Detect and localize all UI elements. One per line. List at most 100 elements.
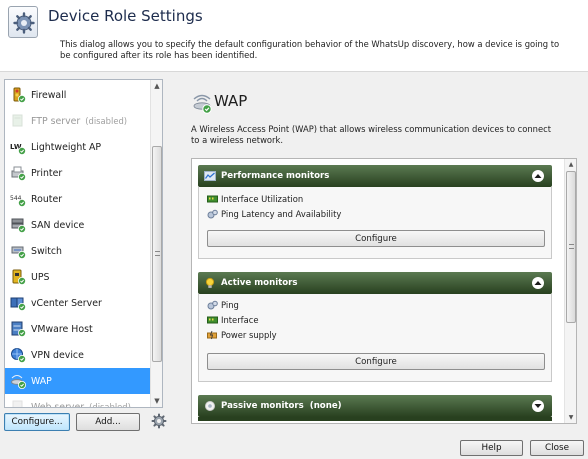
passive-monitor-icon (204, 400, 216, 412)
firewall-icon (10, 87, 26, 103)
passive-monitors-count: (none) (309, 401, 342, 411)
role-item-label: UPS (31, 271, 50, 283)
role-item-label: Web server (31, 401, 85, 408)
monitor-label: Ping (221, 300, 239, 310)
san-device-icon (10, 217, 26, 233)
switch-icon (10, 243, 26, 259)
role-item-label: Printer (31, 167, 63, 179)
role-item-ups[interactable]: UPS (5, 264, 162, 290)
active-monitors-header[interactable]: Active monitors (198, 272, 552, 294)
configure-role-button[interactable]: Configure... (4, 413, 70, 431)
role-list-scrollbar[interactable]: ▲ ▼ (150, 80, 162, 407)
expand-chevron-down-icon[interactable] (532, 400, 544, 412)
scroll-down-arrow-icon[interactable]: ▼ (565, 412, 577, 423)
monitor-label: Power supply (221, 330, 277, 340)
ping-icon (207, 300, 218, 310)
role-item-label: Firewall (31, 89, 67, 101)
role-item-firewall[interactable]: Firewall (5, 82, 162, 108)
role-item-san-device[interactable]: SAN device (5, 212, 162, 238)
monitor-sections-pane: Performance monitors Interface Utilizati… (191, 158, 577, 424)
role-item-disabled-tag: (disabled) (85, 116, 128, 126)
collapse-chevron-up-icon[interactable] (532, 277, 544, 289)
role-item-printer[interactable]: Printer (5, 160, 162, 186)
role-item-label: Switch (31, 245, 62, 257)
ping-icon (207, 209, 218, 219)
role-item-label: FTP server (31, 115, 81, 127)
passive-monitors-header[interactable]: Passive monitors (none) (198, 395, 552, 417)
monitor-item: Ping Latency and Availability (207, 209, 341, 219)
performance-monitors-header[interactable]: Performance monitors (198, 165, 552, 187)
monitor-item: Power supply (207, 330, 277, 340)
performance-monitors-section: Performance monitors Interface Utilizati… (198, 165, 552, 259)
monitor-label: Interface Utilization (221, 194, 304, 204)
role-item-vpn-device[interactable]: VPN device (5, 342, 162, 368)
wap-icon (10, 373, 26, 389)
monitor-pane-scrollbar[interactable]: ▲ ▼ (564, 159, 576, 423)
dialog-header: Device Role Settings This dialog allows … (0, 0, 588, 72)
role-item-vmware-host[interactable]: VMware Host (5, 316, 162, 342)
active-monitor-bulb-icon (204, 277, 216, 289)
lightweight-ap-icon: LW (10, 139, 26, 155)
active-monitors-title: Active monitors (221, 278, 298, 288)
role-item-ftp-server[interactable]: FTP server (disabled) (5, 108, 162, 134)
scroll-down-arrow-icon[interactable]: ▼ (151, 395, 163, 407)
role-item-vcenter-server[interactable]: vCenter Server (5, 290, 162, 316)
passive-monitors-section: Passive monitors (none) (198, 395, 552, 421)
scrollbar-grip-icon (569, 244, 574, 249)
role-item-router[interactable]: 544 Router (5, 186, 162, 212)
role-item-label: VMware Host (31, 323, 93, 335)
role-item-disabled-tag: (disabled) (89, 402, 131, 407)
selected-role-description: A Wireless Access Point (WAP) that allow… (191, 124, 552, 145)
performance-monitors-body: Interface Utilization Ping Latency and A… (198, 187, 552, 259)
monitor-item: Ping (207, 300, 239, 310)
performance-monitor-icon (204, 170, 216, 182)
performance-monitors-title: Performance monitors (221, 171, 330, 181)
router-icon: 544 (10, 191, 26, 207)
monitor-label: Ping Latency and Availability (221, 209, 342, 219)
next-section-edge (198, 417, 552, 421)
active-monitors-body: Ping Interface Power supply Configure (198, 294, 552, 382)
role-item-label: Router (31, 193, 63, 205)
configure-performance-monitors-button[interactable]: Configure (207, 230, 545, 247)
vcenter-server-icon (10, 295, 26, 311)
help-button[interactable]: Help (460, 440, 523, 456)
configure-active-monitors-button[interactable]: Configure (207, 353, 545, 370)
monitor-item: Interface (207, 315, 259, 325)
device-role-list[interactable]: Firewall FTP server (disabled) LW Lightweigh… (4, 79, 163, 408)
vmware-host-icon (10, 321, 26, 337)
scrollbar-thumb[interactable] (566, 171, 576, 323)
scrollbar-grip-icon (155, 251, 160, 256)
collapse-chevron-up-icon[interactable] (532, 170, 544, 182)
settings-gear-button[interactable] (151, 413, 167, 429)
scrollbar-thumb[interactable] (152, 146, 162, 362)
monitor-label: Interface (221, 315, 259, 325)
role-item-label: VPN device (31, 349, 84, 361)
passive-monitors-title: Passive monitors (221, 401, 304, 411)
role-item-label: Lightweight AP (31, 141, 102, 153)
printer-icon (10, 165, 26, 181)
role-item-lightweight-ap[interactable]: LW Lightweight AP (5, 134, 162, 160)
web-server-icon (10, 399, 26, 407)
interface-icon (207, 194, 218, 204)
role-item-wap[interactable]: WAP (5, 368, 162, 394)
interface-icon (207, 315, 218, 325)
device-role-list-items: Firewall FTP server (disabled) LW Lightweigh… (5, 80, 162, 407)
role-item-label: SAN device (31, 219, 85, 231)
selected-role-title: WAP (214, 92, 248, 110)
scroll-up-arrow-icon[interactable]: ▲ (565, 159, 577, 170)
scroll-up-arrow-icon[interactable]: ▲ (151, 80, 163, 92)
power-supply-icon (207, 330, 218, 340)
close-button[interactable]: Close (530, 440, 584, 456)
vpn-device-icon (10, 347, 26, 363)
gear-icon (151, 413, 167, 429)
dialog-description: This dialog allows you to specify the de… (60, 39, 560, 60)
active-monitors-section: Active monitors Ping Interface Power sup… (198, 272, 552, 382)
role-item-label: vCenter Server (31, 297, 102, 309)
role-item-web-server[interactable]: Web server (disabled) (5, 394, 162, 407)
role-item-label: WAP (31, 375, 52, 387)
role-item-switch[interactable]: Switch (5, 238, 162, 264)
settings-gear-icon (8, 6, 38, 38)
add-role-button[interactable]: Add... (76, 413, 140, 431)
ftp-server-icon (10, 113, 26, 129)
ups-icon (10, 269, 26, 285)
